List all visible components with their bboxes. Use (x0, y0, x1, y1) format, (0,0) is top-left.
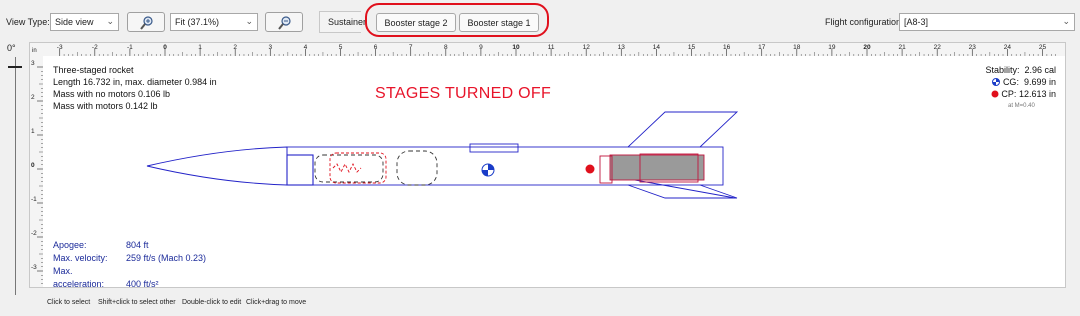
vertical-scrollbar[interactable] (1066, 42, 1078, 288)
status-hint-select: Click to select (47, 299, 91, 306)
motor-casing (609, 154, 705, 181)
sustainer-label: Sustainer (328, 17, 367, 27)
status-hint-select-other: Shift+click to select other (98, 299, 176, 306)
flight-config-select[interactable]: [A8-3] ⌄ (899, 13, 1075, 31)
velocity-label: Max. velocity: (53, 253, 108, 263)
velocity-row: Max. velocity: 259 ft/s (Mach 0.23) (53, 252, 206, 265)
flight-config-value: [A8-3] (904, 17, 929, 27)
velocity-value: 259 ft/s (Mach 0.23) (126, 253, 207, 263)
magnifier-plus-icon (140, 16, 153, 30)
nose-cone (146, 146, 288, 186)
apogee-label: Apogee: (53, 240, 87, 250)
flight-config-label: Flight configuration: (825, 17, 904, 27)
shock-cord-outline (396, 150, 438, 186)
status-hint-move: Click+drag to move (246, 299, 307, 306)
launch-lug (469, 143, 519, 153)
status-hint-edit: Double-click to edit (182, 299, 242, 306)
streamer-zigzag (332, 162, 362, 174)
acceleration-label: Max. acceleration: (53, 266, 105, 288)
sustainer-toggle[interactable]: Sustainer (319, 11, 366, 33)
rotation-slider-thumb[interactable] (8, 66, 22, 68)
view-type-select[interactable]: Side view ⌄ (50, 13, 119, 31)
zoom-out-button[interactable] (265, 12, 303, 32)
rotation-label: 0° (7, 43, 16, 53)
rocket-figure-canvas[interactable]: -3 -2 -1 0 1 2 3 4 5 6 7 8 9 10 11 12 13 14 15 16 17 18 19 20 21… (29, 42, 1066, 288)
cp-marker (585, 164, 595, 174)
acceleration-value: 400 ft/s² (126, 279, 159, 288)
acceleration-row: Max. acceleration: 400 ft/s² (53, 265, 206, 288)
magnifier-minus-icon (278, 16, 291, 30)
status-bar: Click to select Shift+click to select ot… (0, 296, 1080, 316)
zoom-select[interactable]: Fit (37.1%) ⌄ (170, 13, 258, 31)
fin-bottom (627, 184, 738, 199)
cg-marker (481, 163, 495, 177)
zoom-in-button[interactable] (127, 12, 165, 32)
zoom-value: Fit (37.1%) (175, 17, 220, 27)
highlight-oval (365, 3, 549, 37)
flight-summary: Apogee: 804 ft Max. velocity: 259 ft/s (Ma… (53, 239, 206, 288)
chevron-down-icon: ⌄ (245, 16, 253, 26)
fin-edge (634, 179, 736, 199)
rotation-slider[interactable] (15, 57, 16, 295)
apogee-value: 804 ft (126, 240, 149, 250)
parachute-outline (314, 154, 384, 183)
chevron-down-icon: ⌄ (1062, 16, 1070, 26)
toolbar: View Type: Side view ⌄ Fit (37.1%) ⌄ Sus… (0, 0, 1080, 42)
streamer-outline (329, 152, 387, 184)
chevron-down-icon: ⌄ (106, 16, 114, 26)
fin-top (627, 111, 739, 148)
view-type-value: Side view (55, 17, 94, 27)
bulkhead (286, 154, 314, 186)
view-type-label: View Type: (6, 17, 50, 27)
apogee-row: Apogee: 804 ft (53, 239, 206, 252)
